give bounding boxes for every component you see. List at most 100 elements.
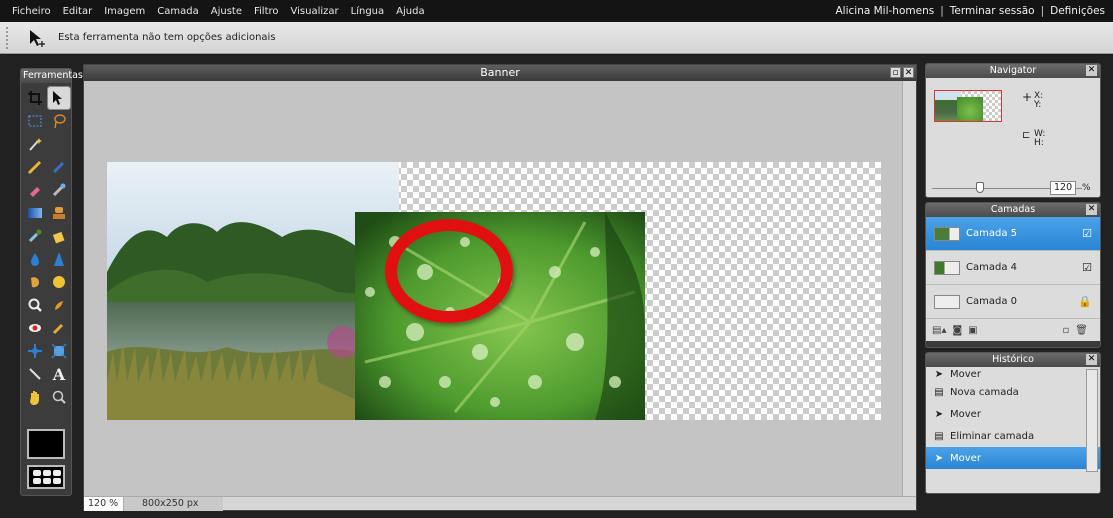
pencil-tool-icon[interactable] xyxy=(24,156,46,178)
layer-mask-icon[interactable]: ◙ xyxy=(952,325,962,336)
menu-ficheiro[interactable]: Ficheiro xyxy=(12,6,51,17)
replace-color-tool-icon[interactable] xyxy=(48,179,70,201)
layer-visibility-checkbox[interactable]: ☑ xyxy=(1082,261,1092,274)
layer-item[interactable]: Camada 4 ☑ xyxy=(926,251,1100,285)
menu-filtro[interactable]: Filtro xyxy=(254,6,279,17)
history-scrollbar[interactable] xyxy=(1086,369,1098,472)
layer-visibility-checkbox[interactable]: ☑ xyxy=(1082,227,1092,240)
user-name[interactable]: Alicina Mil-homens xyxy=(835,5,934,17)
layer-options-icon[interactable]: ▤▴ xyxy=(932,325,946,336)
vertical-scrollbar[interactable] xyxy=(902,81,916,498)
maximize-icon[interactable]: ▫ xyxy=(890,67,901,78)
menu-lingua[interactable]: Língua xyxy=(351,6,385,17)
close-icon[interactable]: ✕ xyxy=(1086,354,1097,365)
navigator-thumbnail[interactable] xyxy=(934,90,1002,122)
eraser-tool-icon[interactable] xyxy=(24,179,46,201)
crop-tool-icon[interactable] xyxy=(24,87,46,109)
history-item[interactable]: ▤ Eliminar camada xyxy=(926,425,1100,447)
history-item[interactable]: ➤ Mover xyxy=(926,403,1100,425)
logout-link[interactable]: Terminar sessão xyxy=(950,5,1035,17)
separator: | xyxy=(940,5,944,17)
user-menu: Alicina Mil-homens | Terminar sessão | D… xyxy=(835,0,1105,22)
bloat-tool-icon[interactable] xyxy=(48,340,70,362)
pen-tool-icon[interactable] xyxy=(24,363,46,385)
history-item[interactable]: ▤ Nova camada xyxy=(926,381,1100,403)
layer-item[interactable]: Camada 5 ☑ xyxy=(926,217,1100,251)
delete-layer-icon[interactable]: 🗑 xyxy=(1075,325,1088,336)
menu-ajuda[interactable]: Ajuda xyxy=(396,6,424,17)
grid-menu-icon[interactable] xyxy=(27,465,65,489)
zoom-out-tool-icon[interactable] xyxy=(48,386,70,408)
zoom-input[interactable]: 120 xyxy=(1050,181,1076,195)
menu-visualizar[interactable]: Visualizar xyxy=(291,6,339,17)
smudge-tool-icon[interactable] xyxy=(24,271,46,293)
burn-tool-icon[interactable] xyxy=(48,294,70,316)
text-tool-icon[interactable]: A xyxy=(48,363,70,385)
menu-ajuste[interactable]: Ajuste xyxy=(211,6,242,17)
blur-tool-icon[interactable] xyxy=(24,248,46,270)
settings-link[interactable]: Definições xyxy=(1050,5,1105,17)
sponge-tool-icon[interactable] xyxy=(48,271,70,293)
close-icon[interactable]: ✕ xyxy=(1086,65,1097,76)
history-item[interactable]: ➤ Mover xyxy=(926,447,1100,469)
zoom-level[interactable]: 120 % xyxy=(84,496,124,511)
navigator-title-text: Navigator xyxy=(989,65,1037,76)
grip-handle[interactable] xyxy=(6,26,12,49)
clone-stamp-tool-icon[interactable] xyxy=(48,202,70,224)
menu-editar[interactable]: Editar xyxy=(63,6,93,17)
color-picker-tool-icon[interactable] xyxy=(24,225,46,247)
options-message: Esta ferramenta não tem opções adicionai… xyxy=(58,32,276,43)
navigator-title[interactable]: Navigator ✕ xyxy=(926,64,1100,78)
gradient-tool-icon[interactable] xyxy=(24,202,46,224)
dodge-tool-icon[interactable] xyxy=(48,317,70,339)
separator: | xyxy=(1040,5,1045,17)
history-list: ➤ Mover ▤ Nova camada ➤ Mover ▤ Eliminar… xyxy=(926,367,1100,493)
brush-tool-icon[interactable] xyxy=(48,156,70,178)
toolbox: Ferramentas A xyxy=(20,68,83,496)
layers-panel: Camadas ✕ Camada 5 ☑ Camada 4 ☑ Camada 0… xyxy=(925,202,1101,348)
menu-camada[interactable]: Camada xyxy=(157,6,198,17)
hand-tool-icon[interactable] xyxy=(24,386,46,408)
red-eye-tool-icon[interactable] xyxy=(24,317,46,339)
sharpen-tool-icon[interactable] xyxy=(48,248,70,270)
document-statusbar: 120 % 800x250 px xyxy=(84,496,916,511)
history-item-label: Mover xyxy=(950,368,981,380)
marquee-tool-icon[interactable] xyxy=(24,110,46,132)
y-label: Y: xyxy=(1034,100,1042,110)
layer-thumbnail xyxy=(934,260,960,275)
paint-bucket-tool-icon[interactable] xyxy=(48,225,70,247)
empty-slot xyxy=(48,133,70,155)
tool-grid: A xyxy=(21,83,71,412)
move-tool-icon[interactable] xyxy=(47,86,71,110)
color-swatch[interactable] xyxy=(27,429,65,459)
cursor-coords: + X: Y: xyxy=(1022,91,1043,110)
history-item[interactable]: ➤ Mover xyxy=(926,367,1100,381)
layer-name: Camada 0 xyxy=(966,296,1017,307)
menu-imagem[interactable]: Imagem xyxy=(104,6,145,17)
layer-name: Camada 5 xyxy=(966,228,1017,239)
zoom-tool-icon[interactable] xyxy=(24,294,46,316)
lasso-tool-icon[interactable] xyxy=(48,110,70,132)
move-icon: ➤ xyxy=(934,452,944,464)
zoom-slider-handle[interactable] xyxy=(976,182,984,193)
layers-title-text: Camadas xyxy=(990,204,1036,215)
layer-item[interactable]: Camada 0 🔒 xyxy=(926,285,1100,319)
layers-footer: ▤▴ ◙ ▣ ▫ 🗑 xyxy=(926,319,1100,341)
close-icon[interactable]: ✕ xyxy=(1086,204,1097,215)
selection-size: ⊏ W: H: xyxy=(1022,130,1045,148)
history-item-label: Mover xyxy=(950,408,981,420)
document-titlebar[interactable]: Banner ▫ ✕ xyxy=(84,65,916,81)
navigator-panel: Navigator ✕ + X: Y: ⊏ W: H: 120 % xyxy=(925,63,1101,198)
history-title[interactable]: Histórico ✕ xyxy=(926,353,1100,367)
magic-wand-tool-icon[interactable] xyxy=(24,133,46,155)
close-icon[interactable]: ✕ xyxy=(903,67,914,78)
history-title-text: Histórico xyxy=(992,354,1034,365)
layers-title[interactable]: Camadas ✕ xyxy=(926,203,1100,217)
layer-style-icon[interactable]: ▣ xyxy=(968,325,977,336)
new-layer-icon: ▤ xyxy=(934,386,944,398)
new-layer-icon[interactable]: ▫ xyxy=(1063,325,1070,336)
layer-lock-icon[interactable]: 🔒 xyxy=(1078,295,1092,308)
pinch-tool-icon[interactable] xyxy=(24,340,46,362)
canvas-area[interactable] xyxy=(84,81,904,498)
history-item-label: Nova camada xyxy=(950,386,1019,398)
